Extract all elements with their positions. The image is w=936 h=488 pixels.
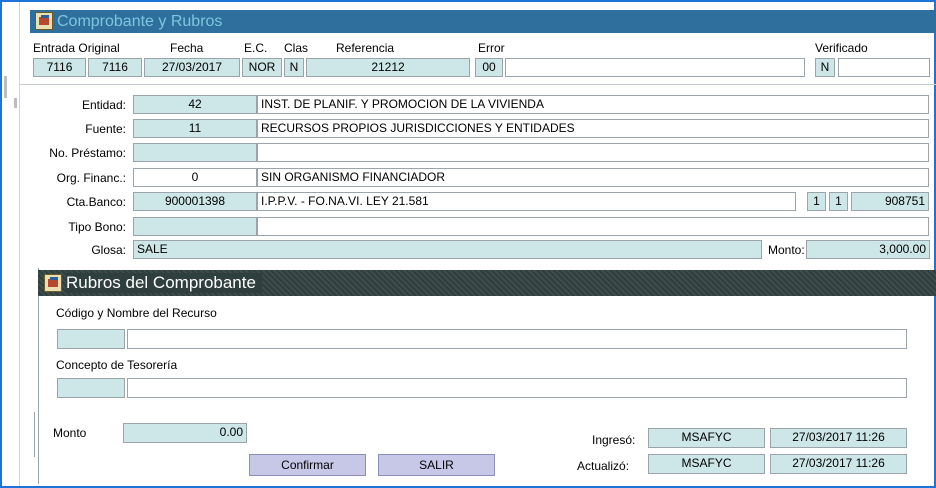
ingreso-user-field[interactable]: MSAFYC <box>648 428 765 448</box>
tipo-bono-name-field[interactable] <box>257 217 929 236</box>
codigo-recurso-code-field[interactable] <box>57 329 125 349</box>
tipo-bono-code-field[interactable] <box>133 217 257 236</box>
prestamo-label: No. Préstamo: <box>49 146 126 160</box>
glosa-label: Glosa: <box>91 243 126 257</box>
left-margin <box>2 2 20 486</box>
separator <box>20 84 936 85</box>
fuente-label: Fuente: <box>85 122 126 136</box>
org-financ-name-field[interactable]: SIN ORGANISMO FINANCIADOR <box>257 168 929 187</box>
concepto-code-field[interactable] <box>57 378 125 398</box>
concepto-name-field[interactable] <box>127 378 907 398</box>
confirmar-button[interactable]: Confirmar <box>249 454 366 476</box>
ec-label: E.C. <box>244 41 268 55</box>
entidad-label: Entidad: <box>81 98 126 112</box>
cta-banco-extra3-field[interactable]: 908751 <box>851 192 929 211</box>
original-field[interactable]: 7116 <box>88 58 142 77</box>
monto-label: Monto: <box>768 243 805 257</box>
rubros-icon <box>44 274 62 292</box>
entrada-field[interactable]: 7116 <box>33 58 86 77</box>
cta-banco-extra1-field[interactable]: 1 <box>807 192 826 211</box>
ingreso-label: Ingresó: <box>592 433 636 447</box>
fecha-label: Fecha <box>170 41 204 55</box>
glosa-field[interactable]: SALE <box>133 240 762 259</box>
org-financ-label: Org. Financ.: <box>56 171 126 185</box>
codigo-recurso-name-field[interactable] <box>127 329 907 349</box>
entidad-code-field[interactable]: 42 <box>133 95 257 114</box>
cta-banco-code-field[interactable]: 900001398 <box>133 192 257 211</box>
error-text-field[interactable] <box>505 58 805 77</box>
fecha-field[interactable]: 27/03/2017 <box>144 58 240 77</box>
left-margin-mark <box>4 76 7 98</box>
codigo-recurso-label: Código y Nombre del Recurso <box>56 306 217 320</box>
prestamo-code-field[interactable] <box>133 143 257 162</box>
ingreso-date-field[interactable]: 27/03/2017 11:26 <box>770 428 907 448</box>
entidad-name-field[interactable]: INST. DE PLANIF. Y PROMOCION DE LA VIVIE… <box>257 95 929 114</box>
prestamo-name-field[interactable] <box>257 143 929 162</box>
org-financ-code-field[interactable]: 0 <box>133 168 257 187</box>
window-title: Comprobante y Rubros <box>57 13 223 30</box>
error-code-field[interactable]: 00 <box>475 58 503 77</box>
cta-banco-name-field[interactable]: I.P.P.V. - FO.NA.VI. LEY 21.581 <box>257 192 796 211</box>
error-label: Error <box>478 41 505 55</box>
rubros-monto-label: Monto <box>53 426 87 440</box>
tipo-bono-label: Tipo Bono: <box>68 220 126 234</box>
fuente-code-field[interactable]: 11 <box>133 119 257 138</box>
fuente-name-field[interactable]: RECURSOS PROPIOS JURISDICCIONES Y ENTIDA… <box>257 119 929 138</box>
app-icon <box>35 12 53 30</box>
concepto-tesoreria-label: Concepto de Tesorería <box>56 358 178 372</box>
salir-button[interactable]: SALIR <box>378 454 495 476</box>
verificado-text-field[interactable] <box>838 58 930 77</box>
actualizo-date-field[interactable]: 27/03/2017 11:26 <box>770 454 907 474</box>
clas-label: Clas <box>284 41 309 55</box>
entrada-original-label: Entrada Original <box>33 41 120 55</box>
referencia-field[interactable]: 21212 <box>306 58 470 77</box>
left-margin-mark <box>14 98 17 108</box>
rubros-monto-field[interactable]: 0.00 <box>123 423 247 443</box>
ec-field[interactable]: NOR <box>242 58 282 77</box>
clas-field[interactable]: N <box>284 58 304 77</box>
rubros-panel <box>38 268 936 484</box>
rubros-title: Rubros del Comprobante <box>66 273 262 293</box>
actualizo-user-field[interactable]: MSAFYC <box>648 454 765 474</box>
monto-field[interactable]: 3,000.00 <box>806 240 930 259</box>
verificado-flag-field[interactable]: N <box>815 58 835 77</box>
actualizo-label: Actualizó: <box>577 459 630 473</box>
cta-banco-extra2-field[interactable]: 1 <box>829 192 848 211</box>
referencia-label: Referencia <box>336 41 395 55</box>
verificado-label: Verificado <box>815 41 868 55</box>
cta-banco-label: Cta.Banco: <box>66 195 126 209</box>
rubros-left-mark <box>34 412 35 457</box>
